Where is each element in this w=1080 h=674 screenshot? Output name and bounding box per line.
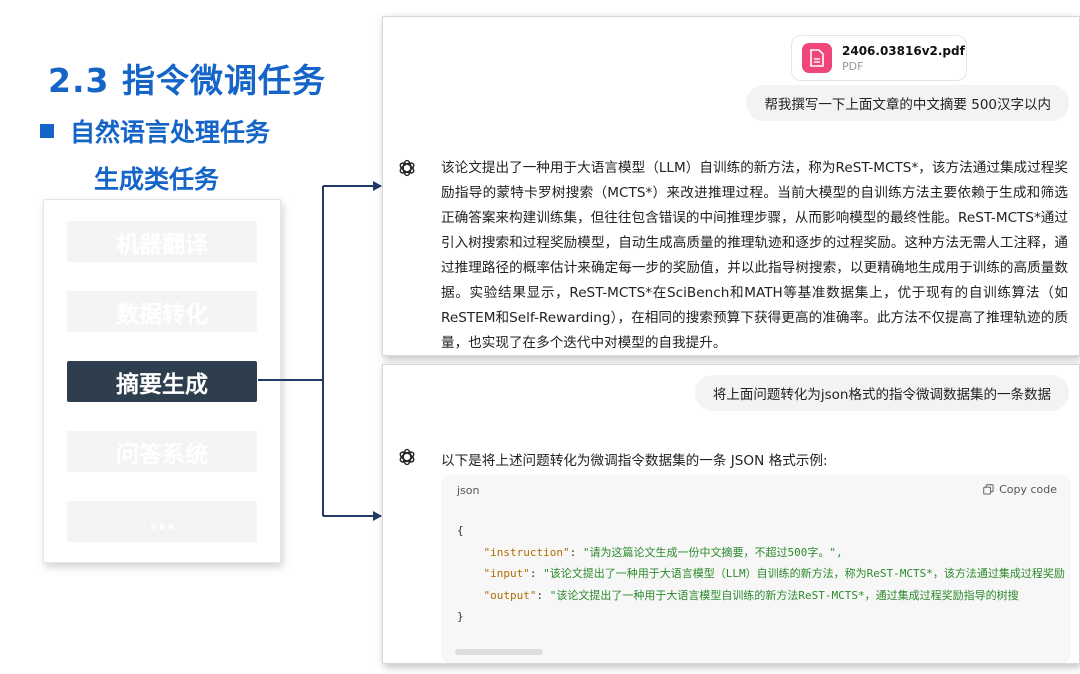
chat-panel-json: 将上面问题转化为json格式的指令微调数据集的一条数据 以下是将上述问题转化为微… [382, 364, 1080, 664]
code-key-input: "input" [483, 567, 530, 580]
code-body: { "instruction": "请为这篇论文生成一份中文摘要，不超过500字… [457, 524, 1065, 623]
copy-icon [983, 484, 994, 495]
code-value-input: "该论文提出了一种用于大语言模型（LLM）自训练的新方法，称为ReST-MCTS… [543, 567, 1065, 580]
user-message: 帮我撰写一下上面文章的中文摘要 500汉字以内 [746, 85, 1069, 121]
user-message-json: 将上面问题转化为json格式的指令微调数据集的一条数据 [694, 375, 1069, 411]
pdf-file-icon [802, 43, 832, 73]
code-value-instruction: "请为这篇论文生成一份中文摘要，不超过500字。", [582, 545, 843, 559]
copy-code-button[interactable]: Copy code [983, 483, 1057, 496]
assistant-intro: 以下是将上述问题转化为微调指令数据集的一条 JSON 格式示例: [441, 453, 828, 469]
openai-logo-icon [399, 448, 415, 466]
copy-code-label: Copy code [999, 483, 1057, 496]
chat-panel-summary: 2406.03816v2.pdf PDF 帮我撰写一下上面文章的中文摘要 500… [382, 16, 1080, 356]
code-key-output: "output" [483, 588, 537, 602]
code-scrollbar[interactable] [455, 649, 543, 655]
code-open-brace: { [457, 524, 464, 537]
openai-logo-icon [399, 159, 415, 177]
file-attachment[interactable]: 2406.03816v2.pdf PDF [791, 35, 967, 81]
code-close-brace: } [457, 610, 464, 623]
code-value-output: "该论文提出了一种用于大语言模型自训练的新方法ReST-MCTS*，通过集成过程… [549, 588, 1019, 602]
code-header: json Copy code [441, 475, 1071, 507]
file-type: PDF [842, 59, 864, 73]
assistant-answer: 该论文提出了一种用于大语言模型（LLM）自训练的新方法，称为ReST-MCTS*… [441, 160, 1068, 351]
code-key-instruction: "instruction" [483, 545, 570, 559]
code-block: json Copy code { "instruction": "请为这篇论文生… [441, 475, 1071, 663]
code-language: json [457, 484, 480, 497]
file-name: 2406.03816v2.pdf [842, 43, 965, 58]
